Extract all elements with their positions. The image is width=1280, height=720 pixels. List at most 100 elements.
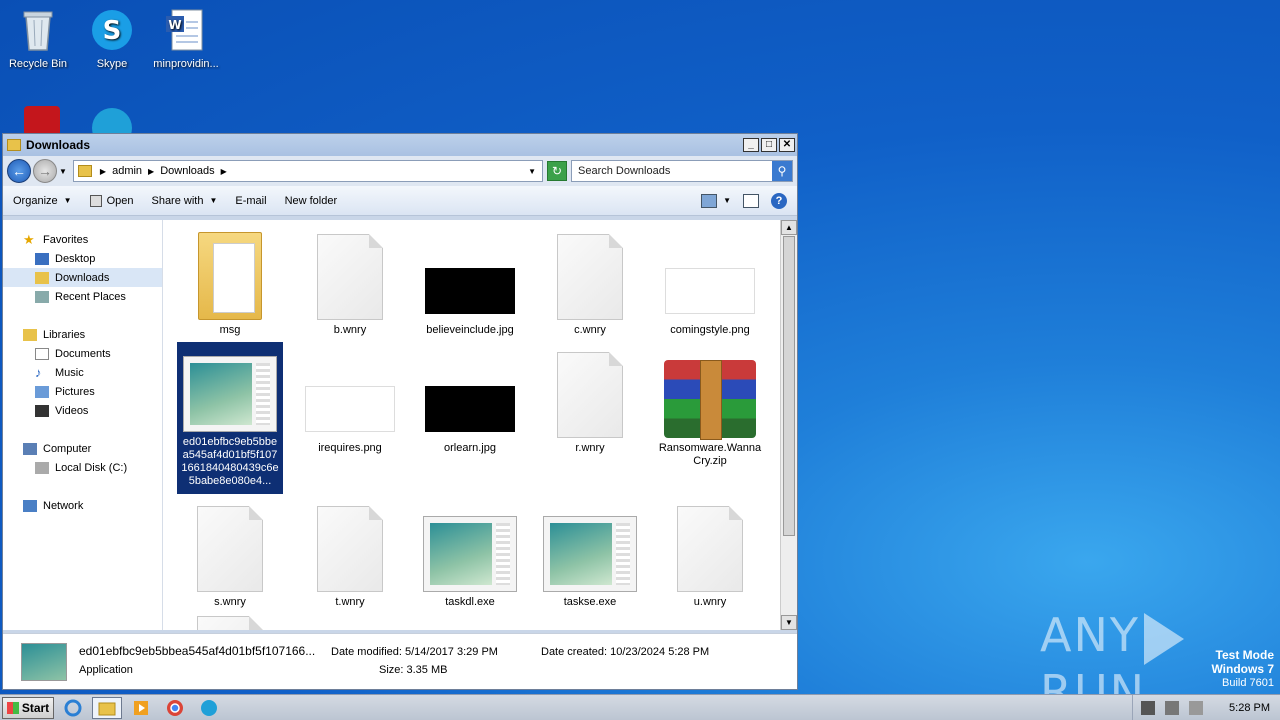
scroll-thumb[interactable] xyxy=(783,236,795,536)
nav-libraries[interactable]: Libraries xyxy=(3,325,162,344)
file-name: u.wnry xyxy=(693,596,727,608)
new-folder-button[interactable]: New folder xyxy=(285,195,338,207)
help-icon[interactable]: ? xyxy=(771,192,787,209)
recent-pages-dropdown[interactable]: ▼ xyxy=(59,167,67,176)
file-name: Ransomware.WannaCry.zip xyxy=(658,442,762,467)
file-item[interactable]: u.wnry xyxy=(657,496,763,609)
nav-videos[interactable]: Videos xyxy=(3,401,162,420)
libraries-icon xyxy=(23,328,37,341)
file-item[interactable]: believeinclude.jpg xyxy=(417,224,523,337)
action-center-flag-icon[interactable] xyxy=(1189,700,1204,715)
breadcrumb-admin[interactable]: admin xyxy=(112,165,142,177)
test-mode-note: Test Mode Windows 7 Build 7601 xyxy=(1211,648,1274,690)
file-name: taskdl.exe xyxy=(445,596,495,608)
minimize-button[interactable]: _ xyxy=(743,138,759,152)
nav-computer[interactable]: Computer xyxy=(3,439,162,458)
network-tray-icon[interactable] xyxy=(1165,700,1180,715)
file-list: msg b.wnry believeinclude.jpg c.wnry com… xyxy=(163,220,797,630)
volume-icon[interactable] xyxy=(1141,700,1156,715)
search-placeholder: Search Downloads xyxy=(578,165,671,177)
blank-file-icon xyxy=(197,506,263,592)
nav-label: Desktop xyxy=(55,252,96,265)
search-input[interactable]: Search Downloads ⚲ xyxy=(571,160,793,182)
nav-local-disk[interactable]: Local Disk (C:) xyxy=(3,458,162,477)
breadcrumb-arrow-icon[interactable]: ▶ xyxy=(148,167,154,176)
share-with-button[interactable]: Share with ▼ xyxy=(151,195,217,207)
share-with-label: Share with xyxy=(151,194,204,207)
watermark-text: ANY xyxy=(1040,608,1140,662)
blank-file-icon xyxy=(317,234,383,320)
desktop-icon-skype[interactable]: S Skype xyxy=(74,6,150,70)
nav-pictures[interactable]: Pictures xyxy=(3,382,162,401)
taskbar-media-player[interactable] xyxy=(126,697,156,719)
file-item[interactable]: taskse.exe xyxy=(537,496,643,609)
application-thumbnail xyxy=(423,516,517,592)
system-tray: 5:28 PM xyxy=(1132,695,1280,720)
file-item[interactable]: b.wnry xyxy=(297,224,403,337)
forward-button[interactable]: → xyxy=(33,159,57,183)
taskbar-chrome[interactable] xyxy=(160,697,190,719)
file-item[interactable]: r.wnry xyxy=(537,342,643,455)
file-item[interactable]: msg xyxy=(177,224,283,337)
image-thumbnail xyxy=(305,386,395,432)
taskbar-edge[interactable] xyxy=(194,697,224,719)
application-thumbnail xyxy=(21,642,67,681)
os-label: Windows 7 xyxy=(1211,662,1274,676)
refresh-button[interactable]: ↻ xyxy=(547,161,567,181)
nav-network[interactable]: Network xyxy=(3,496,162,515)
nav-music[interactable]: ♪ Music xyxy=(3,363,162,382)
file-name: r.wnry xyxy=(575,442,605,454)
folder-icon xyxy=(77,165,92,177)
documents-icon xyxy=(35,347,49,360)
breadcrumb-arrow-icon[interactable]: ▶ xyxy=(221,167,227,176)
build-label: Build 7601 xyxy=(1222,677,1274,689)
start-button[interactable]: Start xyxy=(2,696,54,719)
file-item-partial[interactable] xyxy=(177,616,283,630)
details-date-created: Date created: 10/23/2024 5:28 PM xyxy=(541,646,710,658)
organize-button[interactable]: Organize ▼ xyxy=(13,195,72,207)
scroll-up-icon[interactable]: ▲ xyxy=(781,220,797,235)
folder-icon xyxy=(198,232,262,320)
nav-recent-places[interactable]: Recent Places xyxy=(3,287,162,306)
email-button[interactable]: E-mail xyxy=(235,195,266,207)
breadcrumb-arrow-icon[interactable]: ▶ xyxy=(100,167,106,176)
clock[interactable]: 5:28 PM xyxy=(1229,702,1270,714)
file-item[interactable]: s.wnry xyxy=(177,496,283,609)
file-item[interactable]: c.wnry xyxy=(537,224,643,337)
preview-pane-icon[interactable] xyxy=(743,193,759,208)
taskbar-ie[interactable] xyxy=(58,697,88,719)
close-button[interactable]: ✕ xyxy=(779,138,795,152)
title-bar[interactable]: Downloads _ □ ✕ xyxy=(3,134,797,156)
nav-label: Videos xyxy=(55,404,89,417)
vertical-scrollbar[interactable]: ▲ ▼ xyxy=(780,220,797,630)
taskbar-explorer[interactable] xyxy=(92,696,122,719)
maximize-button[interactable]: □ xyxy=(761,138,777,152)
nav-favorites[interactable]: ★ Favorites xyxy=(3,230,162,249)
file-item[interactable]: t.wnry xyxy=(297,496,403,609)
image-thumbnail xyxy=(665,268,755,314)
file-item[interactable]: irequires.png xyxy=(297,342,403,455)
desktop-icon-recycle-bin[interactable]: Recycle Bin xyxy=(0,6,76,70)
nav-downloads[interactable]: Downloads xyxy=(3,268,162,287)
nav-desktop[interactable]: Desktop xyxy=(3,249,162,268)
change-view-icon[interactable] xyxy=(701,193,718,208)
file-item[interactable]: comingstyle.png xyxy=(657,224,763,337)
search-icon[interactable]: ⚲ xyxy=(772,161,792,181)
desktop-icon-word-doc[interactable]: W minprovidin... xyxy=(148,6,224,70)
back-button[interactable]: ← xyxy=(7,159,31,183)
details-size: Size: 3.35 MB xyxy=(379,664,448,676)
breadcrumb-downloads[interactable]: Downloads xyxy=(160,165,214,177)
address-dropdown-icon[interactable]: ▼ xyxy=(528,167,536,176)
address-field[interactable]: ▶ admin ▶ Downloads ▶ ▼ xyxy=(72,160,543,182)
file-item[interactable]: Ransomware.WannaCry.zip xyxy=(657,342,763,468)
file-item[interactable]: orlearn.jpg xyxy=(417,342,523,455)
file-item-selected[interactable]: ed01ebfbc9eb5bbea545af4d01bf5f1071661840… xyxy=(177,342,283,494)
open-button[interactable]: Open xyxy=(89,194,133,207)
nav-documents[interactable]: Documents xyxy=(3,344,162,363)
nav-label: Libraries xyxy=(43,328,86,341)
nav-label: Recent Places xyxy=(55,290,126,303)
file-name: s.wnry xyxy=(214,596,246,608)
file-item[interactable]: taskdl.exe xyxy=(417,496,523,609)
chevron-down-icon[interactable]: ▼ xyxy=(723,196,731,205)
scroll-down-icon[interactable]: ▼ xyxy=(781,615,797,630)
